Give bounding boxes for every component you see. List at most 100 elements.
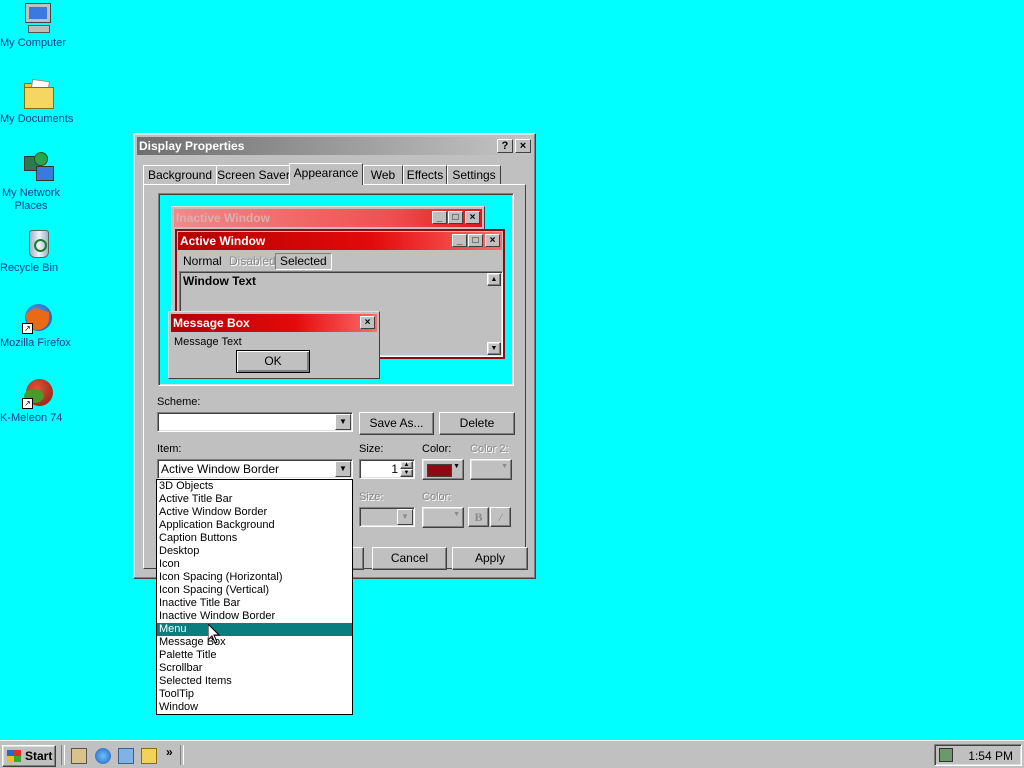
internet-explorer-icon[interactable] — [95, 748, 111, 764]
tab-screen-saver[interactable]: Screen Saver — [216, 165, 291, 184]
desktop-icon-label: K-Meleon 74 — [0, 412, 63, 424]
color-label: Color: — [422, 443, 452, 455]
item-value: Active Window Border — [161, 462, 280, 476]
windows-logo-icon — [7, 750, 21, 762]
computer-icon — [22, 2, 54, 34]
size-label: Size: — [359, 443, 384, 455]
preview-menu-selected: Selected — [275, 253, 332, 270]
dropdown-item[interactable]: Inactive Title Bar — [157, 597, 352, 610]
dropdown-item[interactable]: Icon Spacing (Vertical) — [157, 584, 352, 597]
dropdown-item[interactable]: Message Box — [157, 636, 352, 649]
preview-message-title: Message Box × — [171, 314, 377, 332]
chevron-down-icon[interactable]: ▼ — [335, 461, 351, 477]
show-desktop-icon[interactable] — [71, 748, 87, 764]
preview-inactive-title: Inactive Window _ □ × — [174, 209, 482, 227]
tab-effects[interactable]: Effects — [403, 165, 447, 184]
size-value: 1 — [391, 462, 398, 476]
dropdown-item[interactable]: Window — [157, 701, 352, 714]
inactive-title-text: Inactive Window — [176, 211, 270, 225]
desktop-icon-recycle-bin[interactable]: Recycle Bin — [0, 227, 76, 274]
color2-picker-button: ▼ — [470, 459, 512, 480]
dropdown-item[interactable]: Selected Items — [157, 675, 352, 688]
chevron-down-icon: ▼ — [453, 511, 460, 518]
firefox-icon: ↗ — [22, 302, 54, 334]
desktop-icon-network-places[interactable]: My Network Places — [0, 152, 76, 212]
network-tray-icon[interactable] — [939, 748, 953, 762]
dropdown-item[interactable]: Inactive Window Border — [157, 610, 352, 623]
font-size-combo: ▼ — [359, 507, 415, 527]
spin-down-icon[interactable]: ▼ — [400, 469, 413, 477]
desktop-icon-label: Recycle Bin — [0, 262, 59, 274]
item-dropdown-list[interactable]: 3D Objects Active Title Bar Active Window … — [156, 479, 353, 715]
active-title-text: Active Window — [180, 234, 266, 248]
minimize-icon: _ — [452, 234, 467, 247]
maximize-icon: □ — [448, 211, 463, 224]
font-size-label: Size: — [359, 491, 384, 503]
apply-button[interactable]: Apply — [452, 547, 528, 570]
tab-settings[interactable]: Settings — [447, 165, 501, 184]
windows-explorer-icon[interactable] — [141, 748, 157, 764]
font-color-button: ▼ — [422, 507, 464, 528]
dropdown-item[interactable]: Caption Buttons — [157, 532, 352, 545]
dropdown-item[interactable]: Palette Title — [157, 649, 352, 662]
shortcut-arrow-icon: ↗ — [22, 398, 33, 409]
spin-up-icon[interactable]: ▲ — [400, 461, 413, 469]
close-icon: × — [465, 211, 480, 224]
scheme-label: Scheme: — [157, 396, 201, 408]
save-as-button[interactable]: Save As... — [359, 412, 434, 435]
taskbar-divider — [180, 745, 184, 765]
dropdown-item[interactable]: Scrollbar — [157, 662, 352, 675]
recycle-bin-icon — [22, 227, 54, 259]
clock: 1:54 PM — [968, 749, 1013, 763]
dropdown-item[interactable]: 3D Objects — [157, 480, 352, 493]
color-picker-button[interactable]: ▼ — [422, 459, 464, 480]
item-combo[interactable]: Active Window Border ▼ — [157, 459, 353, 479]
bold-button: B — [468, 507, 489, 527]
size-spinner[interactable]: 1 ▲ ▼ — [359, 459, 415, 479]
delete-button[interactable]: Delete — [439, 412, 515, 435]
quick-launch-chevron[interactable]: » — [166, 745, 173, 759]
appearance-preview[interactable]: Inactive Window _ □ × Active Window _ □ … — [158, 193, 514, 386]
start-button[interactable]: Start — [2, 745, 56, 767]
desktop-icon-label: My Documents — [0, 113, 74, 125]
desktop-icon-k-meleon[interactable]: ↗ K-Meleon 74 — [0, 377, 76, 424]
dialog-titlebar[interactable]: Display Properties ? × — [137, 137, 532, 155]
tab-appearance[interactable]: Appearance — [289, 163, 363, 185]
chevron-down-icon[interactable]: ▼ — [335, 414, 351, 430]
preview-menu-normal: Normal — [183, 254, 222, 268]
system-tray: 1:54 PM — [934, 744, 1022, 766]
scheme-combo[interactable]: ▼ — [157, 412, 353, 432]
cancel-button[interactable]: Cancel — [372, 547, 447, 570]
outlook-express-icon[interactable] — [118, 748, 134, 764]
preview-message-text: Message Text — [174, 336, 242, 348]
close-button[interactable]: × — [515, 139, 531, 153]
chevron-down-icon: ▼ — [501, 463, 508, 470]
message-box-title-text: Message Box — [173, 316, 250, 330]
desktop-icon-firefox[interactable]: ↗ Mozilla Firefox — [0, 302, 76, 349]
dropdown-item[interactable]: Icon Spacing (Horizontal) — [157, 571, 352, 584]
dropdown-item[interactable]: Menu — [157, 623, 352, 636]
taskbar-divider — [61, 745, 65, 765]
italic-button: / — [490, 507, 511, 527]
dropdown-item[interactable]: Active Title Bar — [157, 493, 352, 506]
tab-web[interactable]: Web — [363, 165, 403, 184]
dropdown-item[interactable]: Icon — [157, 558, 352, 571]
help-button[interactable]: ? — [497, 139, 513, 153]
dropdown-item[interactable]: ToolTip — [157, 688, 352, 701]
font-color-label: Color: — [422, 491, 452, 503]
dropdown-item[interactable]: Application Background — [157, 519, 352, 532]
dropdown-item[interactable]: Desktop — [157, 545, 352, 558]
desktop-icon-label: My Network Places — [1, 187, 61, 212]
scroll-down-icon: ▼ — [487, 342, 501, 355]
tab-background[interactable]: Background — [143, 165, 217, 184]
dropdown-item[interactable]: Active Window Border — [157, 506, 352, 519]
desktop-icon-my-computer[interactable]: My Computer — [0, 2, 76, 49]
shortcut-arrow-icon: ↗ — [22, 323, 33, 334]
close-icon: × — [485, 234, 500, 247]
chevron-down-icon: ▼ — [397, 509, 413, 525]
preview-scrollbar: ▲ ▼ — [487, 273, 501, 355]
preview-active-title: Active Window _ □ × — [178, 232, 502, 250]
close-icon: × — [360, 316, 375, 329]
taskbar: Start » 1:54 PM — [0, 740, 1024, 768]
desktop-icon-my-documents[interactable]: My Documents — [0, 78, 76, 125]
